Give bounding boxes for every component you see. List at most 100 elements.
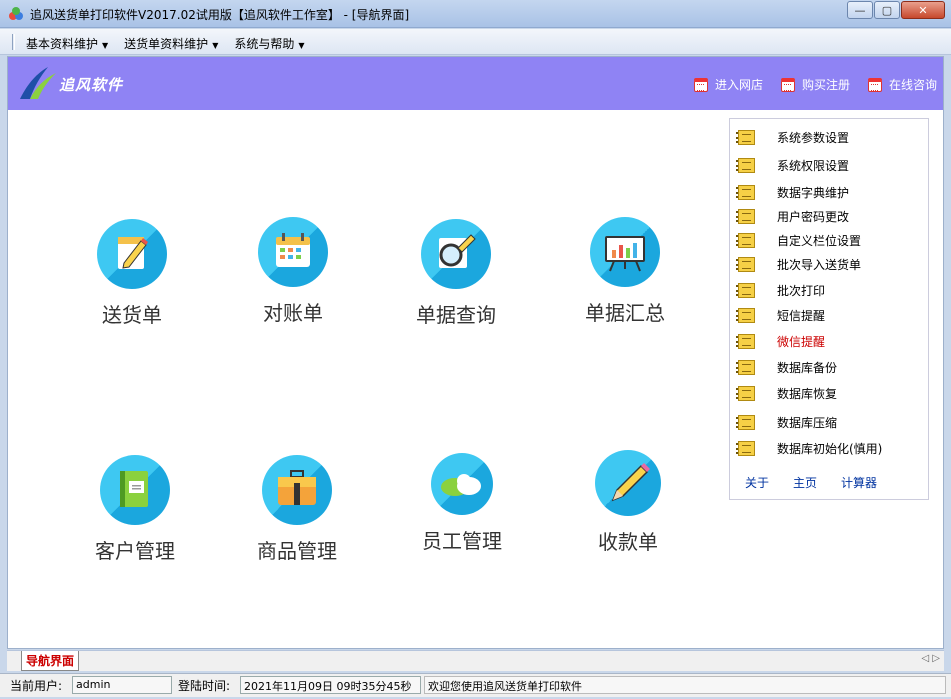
chart-board-icon bbox=[605, 236, 645, 272]
panel-item-db-compress[interactable]: 数据库压缩 bbox=[736, 414, 838, 431]
pencil-icon bbox=[611, 463, 650, 502]
tile-label: 收款单 bbox=[598, 530, 658, 554]
notepad-icon bbox=[736, 233, 755, 248]
notepad-icon bbox=[736, 441, 755, 456]
tile-employee-management[interactable]: 员工管理 bbox=[392, 453, 532, 554]
tab-navigation[interactable]: 导航界面 bbox=[21, 651, 80, 671]
tile-customer-management[interactable]: 客户管理 bbox=[65, 455, 205, 564]
tile-delivery-note[interactable]: 送货单 bbox=[62, 219, 202, 328]
navigation-page: 追风软件 进入网店 购买注册 在线咨询 送货单 对账单 单据查询 单据汇总 客户… bbox=[7, 56, 944, 649]
link-online-consult[interactable]: 在线咨询 bbox=[867, 76, 937, 93]
calendar-icon bbox=[867, 77, 882, 92]
tile-label: 单据查询 bbox=[416, 303, 496, 327]
tile-icon-circle bbox=[258, 217, 328, 287]
link-online-store[interactable]: 进入网店 bbox=[693, 76, 763, 93]
tile-receipt[interactable]: 收款单 bbox=[558, 450, 698, 555]
panel-item-label: 批次导入送货单 bbox=[777, 258, 862, 272]
window-title: 追风送货单打印软件V2017.02试用版【追风软件工作室】 - [导航界面] bbox=[30, 8, 410, 22]
panel-item-wechat-reminder[interactable]: 微信提醒 bbox=[736, 333, 826, 350]
panel-item-batch-import[interactable]: 批次导入送货单 bbox=[736, 256, 862, 273]
maximize-button[interactable]: ▢ bbox=[874, 1, 900, 19]
tile-icon-circle bbox=[97, 219, 167, 289]
panel-item-label: 短信提醒 bbox=[777, 309, 826, 323]
caret-down-icon: ▼ bbox=[102, 41, 109, 50]
calendar-icon bbox=[693, 77, 708, 92]
menu-label: 系统与帮助 bbox=[234, 37, 295, 51]
link-purchase-register[interactable]: 购买注册 bbox=[780, 76, 850, 93]
notepad-icon bbox=[736, 308, 755, 323]
menu-system-help[interactable]: 系统与帮助 ▼ bbox=[234, 35, 304, 52]
tile-icon-circle bbox=[262, 455, 332, 525]
app-icon bbox=[9, 7, 23, 20]
notepad-icon bbox=[736, 283, 755, 298]
notebook-icon bbox=[120, 471, 148, 507]
panel-item-dictionary[interactable]: 数据字典维护 bbox=[736, 184, 850, 201]
menu-basic-data[interactable]: 基本资料维护 ▼ bbox=[26, 35, 108, 52]
banner: 追风软件 进入网店 购买注册 在线咨询 bbox=[8, 57, 943, 110]
panel-item-system-params[interactable]: 系统参数设置 bbox=[736, 129, 850, 146]
panel-item-sms-reminder[interactable]: 短信提醒 bbox=[736, 307, 826, 324]
tile-product-management[interactable]: 商品管理 bbox=[227, 455, 367, 564]
minimize-button[interactable]: — bbox=[847, 1, 873, 19]
panel-item-db-restore[interactable]: 数据库恢复 bbox=[736, 385, 838, 402]
tile-icon-circle bbox=[421, 219, 491, 289]
panel-item-db-init[interactable]: 数据库初始化(慎用) bbox=[736, 440, 883, 457]
tile-document-query[interactable]: 单据查询 bbox=[386, 219, 526, 328]
panel-item-label: 数据库恢复 bbox=[777, 387, 838, 401]
panel-item-label: 用户密码更改 bbox=[777, 210, 850, 224]
tile-document-summary[interactable]: 单据汇总 bbox=[555, 217, 695, 326]
tile-icon-circle bbox=[590, 217, 660, 287]
system-panel: 系统参数设置 系统权限设置 数据字典维护 用户密码更改 自定义栏位设置 批次导入… bbox=[729, 118, 929, 500]
notepad-icon bbox=[736, 334, 755, 349]
logo-icon bbox=[20, 67, 56, 99]
close-button[interactable]: ✕ bbox=[901, 1, 945, 19]
caret-down-icon: ▼ bbox=[212, 41, 219, 50]
magnifier-icon bbox=[439, 234, 476, 268]
cloud-icon bbox=[441, 474, 481, 496]
login-time-value: 2021年11月09日 09时35分45秒 bbox=[240, 676, 421, 694]
calculator-link[interactable]: 计算器 bbox=[841, 474, 877, 491]
panel-item-permissions[interactable]: 系统权限设置 bbox=[736, 157, 850, 174]
tile-icon-circle bbox=[100, 455, 170, 525]
panel-item-label: 数据字典维护 bbox=[777, 186, 850, 200]
notepad-icon bbox=[736, 360, 755, 375]
panel-item-label: 自定义栏位设置 bbox=[777, 234, 862, 248]
login-time-label: 登陆时间: bbox=[178, 679, 231, 693]
tile-icon-circle bbox=[595, 450, 661, 516]
menu-label: 送货单资料维护 bbox=[124, 37, 209, 51]
panel-item-label: 数据库备份 bbox=[777, 361, 838, 375]
panel-item-label: 微信提醒 bbox=[777, 335, 826, 349]
panel-item-label: 批次打印 bbox=[777, 284, 826, 298]
tile-statement[interactable]: 对账单 bbox=[223, 217, 363, 326]
menu-label: 基本资料维护 bbox=[26, 37, 99, 51]
window-controls: — ▢ ✕ bbox=[846, 1, 945, 21]
panel-item-batch-print[interactable]: 批次打印 bbox=[736, 282, 826, 299]
menu-grip[interactable] bbox=[12, 34, 15, 50]
notepad-icon bbox=[736, 158, 755, 173]
homepage-link[interactable]: 主页 bbox=[793, 474, 817, 491]
current-user-label: 当前用户: bbox=[10, 679, 63, 693]
delivery-note-icon bbox=[118, 237, 148, 269]
menu-delivery-data[interactable]: 送货单资料维护 ▼ bbox=[124, 35, 218, 52]
caret-down-icon: ▼ bbox=[298, 41, 305, 50]
panel-item-label: 系统参数设置 bbox=[777, 131, 850, 145]
panel-item-label: 数据库压缩 bbox=[777, 416, 838, 430]
tab-scroll-arrows[interactable]: ◁ ▷ bbox=[921, 653, 940, 664]
notepad-icon bbox=[736, 130, 755, 145]
about-link[interactable]: 关于 bbox=[745, 474, 769, 491]
notepad-icon bbox=[736, 209, 755, 224]
link-label: 在线咨询 bbox=[888, 78, 937, 92]
link-label: 购买注册 bbox=[801, 78, 850, 92]
panel-item-change-password[interactable]: 用户密码更改 bbox=[736, 208, 850, 225]
panel-item-custom-fields[interactable]: 自定义栏位设置 bbox=[736, 232, 862, 249]
status-bar: 当前用户: admin 登陆时间: 2021年11月09日 09时35分45秒 … bbox=[0, 673, 951, 697]
tile-label: 对账单 bbox=[263, 301, 323, 325]
tile-label: 客户管理 bbox=[95, 539, 175, 563]
mdi-tab-strip: 导航界面 ◁ ▷ bbox=[7, 650, 944, 671]
notepad-icon bbox=[736, 415, 755, 430]
briefcase-icon bbox=[278, 470, 316, 505]
panel-item-label: 数据库初始化(慎用) bbox=[777, 442, 883, 456]
panel-item-label: 系统权限设置 bbox=[777, 159, 850, 173]
title-bar: 追风送货单打印软件V2017.02试用版【追风软件工作室】 - [导航界面] —… bbox=[0, 0, 951, 28]
panel-item-db-backup[interactable]: 数据库备份 bbox=[736, 359, 838, 376]
